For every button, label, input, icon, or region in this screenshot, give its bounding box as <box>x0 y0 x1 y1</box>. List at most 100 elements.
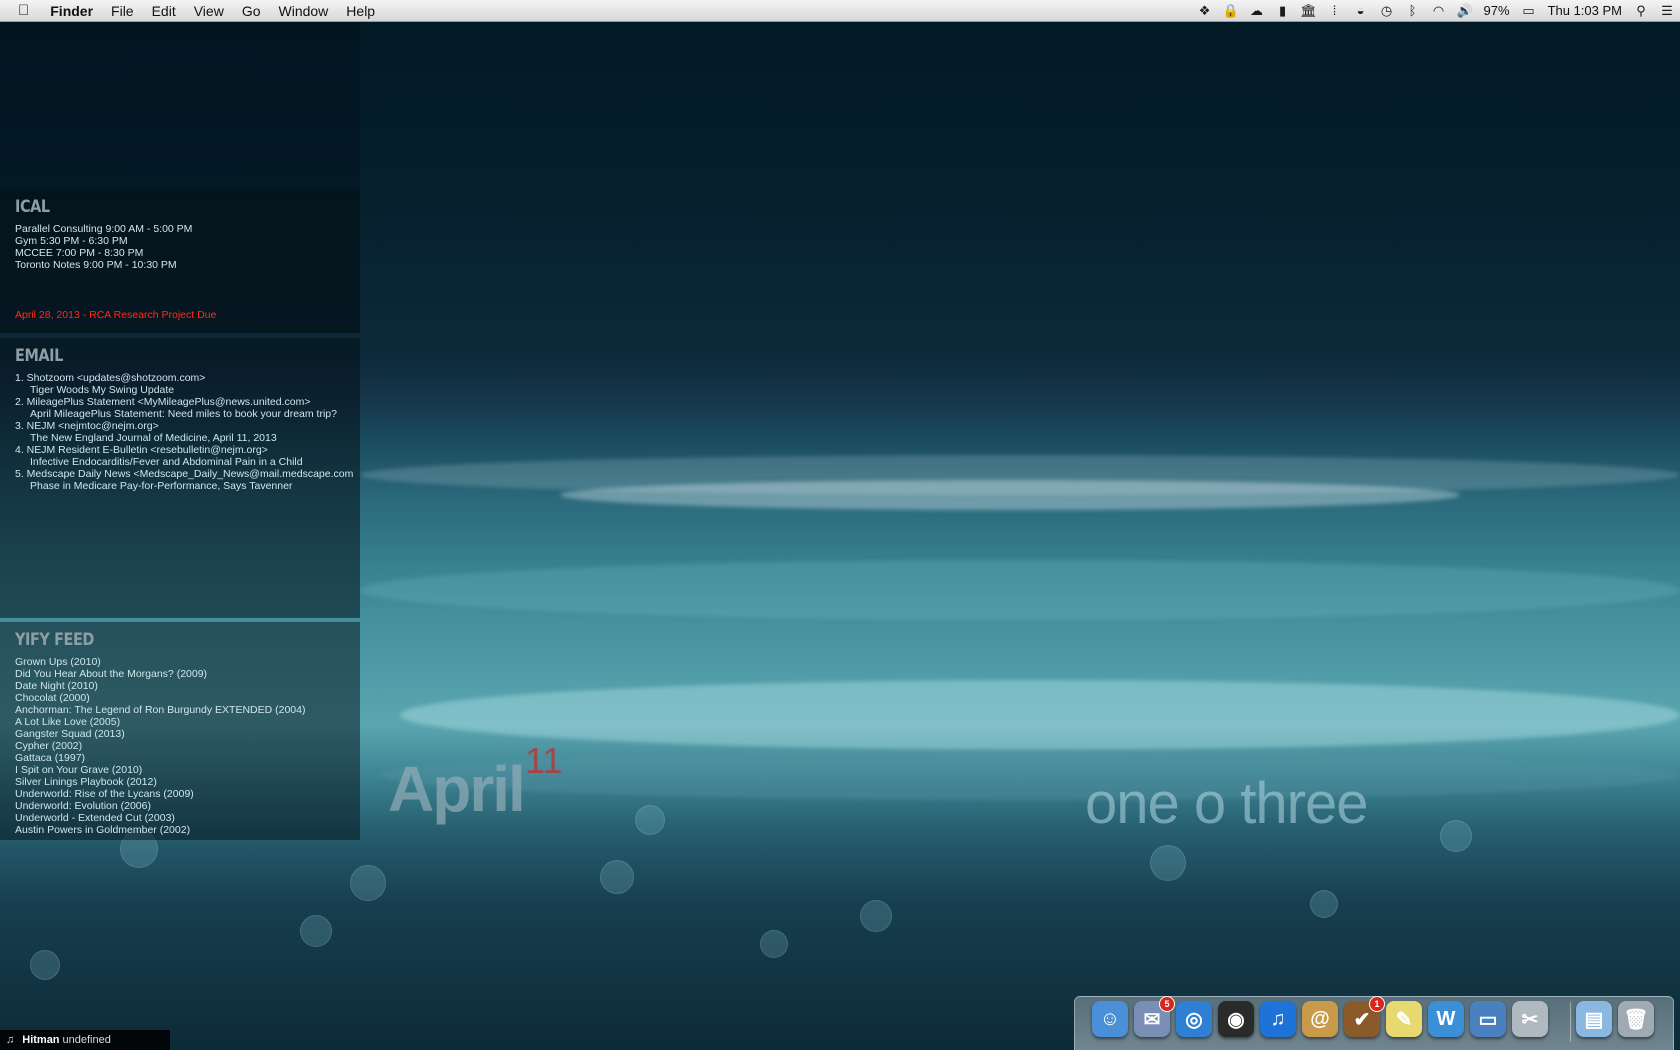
wave-crest <box>360 560 1680 620</box>
yify-item: Austin Powers in Goldmember (2002) <box>15 824 191 836</box>
wifi-icon[interactable]: ◠ <box>1426 0 1452 22</box>
wave-crest <box>560 480 1460 510</box>
dock-address-book-icon[interactable]: @ <box>1302 1001 1338 1037</box>
menu-finder[interactable]: Finder <box>41 0 102 22</box>
panel-backdrop <box>0 22 360 189</box>
bluetooth-icon[interactable]: ᛒ <box>1400 0 1426 22</box>
bokeh-bubble <box>1440 820 1472 852</box>
battery-percent[interactable]: 97% <box>1478 3 1516 18</box>
yify-item: Date Night (2010) <box>15 680 98 692</box>
yify-item: I Spit on Your Grave (2010) <box>15 764 143 776</box>
yify-item: Cypher (2002) <box>15 740 83 752</box>
wave-crest <box>400 680 1680 750</box>
yify-item: Gattaca (1997) <box>15 752 86 764</box>
dropbox-icon[interactable]: ❖ <box>1192 0 1218 22</box>
yify-item: Underworld: Evolution (2006) <box>15 800 151 812</box>
menubar-clock[interactable]: Thu 1:03 PM <box>1542 3 1628 18</box>
dock-preview-icon[interactable]: ✂ <box>1512 1001 1548 1037</box>
notification-center-icon[interactable]: ☰ <box>1654 0 1680 22</box>
email-widget: EMAIL 1. Shotzoom <updates@shotzoom.com>… <box>0 338 360 618</box>
ical-title: ICAL <box>15 197 50 217</box>
bokeh-bubble <box>860 900 892 932</box>
bank-icon[interactable]: 🏛 <box>1296 0 1322 22</box>
yify-item: Silver Linings Playbook (2012) <box>15 776 157 788</box>
ical-event: Parallel Consulting 9:00 AM - 5:00 PM <box>15 223 193 235</box>
menu-bar:  Finder File Edit View Go Window Help ❖… <box>0 0 1680 22</box>
yify-item: Chocolat (2000) <box>15 692 90 704</box>
ical-event: Toronto Notes 9:00 PM - 10:30 PM <box>15 259 177 271</box>
grid-icon[interactable]: ⁞ <box>1322 0 1348 22</box>
ical-event: MCCEE 7:00 PM - 8:30 PM <box>15 247 144 259</box>
now-playing-artist: Hitman <box>22 1034 60 1046</box>
bokeh-bubble <box>300 915 332 947</box>
dock-word-icon[interactable]: W <box>1428 1001 1464 1037</box>
bokeh-bubble <box>30 950 60 980</box>
now-playing-track: undefined <box>62 1034 111 1046</box>
menu-edit[interactable]: Edit <box>143 0 185 22</box>
dock-itunes-icon[interactable]: ♫ <box>1260 1001 1296 1037</box>
email-sender: 4. NEJM Resident E-Bulletin <resebulleti… <box>15 444 268 456</box>
email-subject: Tiger Woods My Swing Update <box>30 384 175 396</box>
apple-menu-icon[interactable]:  <box>0 0 41 22</box>
bokeh-bubble <box>350 865 386 901</box>
battery-icon[interactable]: ▭ <box>1516 0 1542 22</box>
email-subject: April MileagePlus Statement: Need miles … <box>30 408 337 420</box>
email-sender: 2. MileagePlus Statement <MyMileagePlus@… <box>15 396 311 408</box>
menu-window[interactable]: Window <box>270 0 338 22</box>
yify-item: Anchorman: The Legend of Ron Burgundy EX… <box>15 704 306 716</box>
bokeh-bubble <box>600 860 634 894</box>
email-subject: Phase in Medicare Pay-for-Performance, S… <box>30 480 293 492</box>
lock-icon[interactable]: 🔒 <box>1218 0 1244 22</box>
yify-item: Gangster Squad (2013) <box>15 728 125 740</box>
yify-item: Underworld - Extended Cut (2003) <box>15 812 175 824</box>
date-month-label: April <box>388 753 526 825</box>
status-area: ❖ 🔒 ☁ ▮ 🏛 ⁞ ◒ ◷ ᛒ ◠ 🔊 97% ▭ Thu 1:03 PM … <box>1192 0 1680 22</box>
email-title: EMAIL <box>15 346 63 366</box>
dock-stickies-icon[interactable]: ✎ <box>1386 1001 1422 1037</box>
yify-feed-widget: YIFY FEED Grown Ups (2010) Did You Hear … <box>0 622 360 840</box>
volume-icon[interactable]: 🔊 <box>1452 0 1478 22</box>
ical-deadline: April 28, 2013 - RCA Research Project Du… <box>15 309 217 321</box>
eye-icon[interactable]: ◒ <box>1348 0 1374 22</box>
bokeh-bubble <box>1310 890 1338 918</box>
menu-help[interactable]: Help <box>337 0 384 22</box>
yify-title: YIFY FEED <box>15 630 94 650</box>
yify-item: Did You Hear About the Morgans? (2009) <box>15 668 208 680</box>
yify-item: Grown Ups (2010) <box>15 656 101 668</box>
dock-camera-icon[interactable]: ◉ <box>1218 1001 1254 1037</box>
ical-widget: ICAL Parallel Consulting 9:00 AM - 5:00 … <box>0 189 360 333</box>
wave-crest <box>380 750 1680 800</box>
bokeh-bubble <box>1150 845 1186 881</box>
ical-event: Gym 5:30 PM - 6:30 PM <box>15 235 128 247</box>
dock-omnifocus-icon[interactable]: ✔ 1 <box>1344 996 1385 1037</box>
yify-item: Underworld: Rise of the Lycans (2009) <box>15 788 194 800</box>
email-sender: 1. Shotzoom <updates@shotzoom.com> <box>15 372 206 384</box>
menu-file[interactable]: File <box>102 0 143 22</box>
dock-folder-icon[interactable]: ▤ <box>1576 1001 1612 1037</box>
now-playing-bar: ♫ Hitman undefined <box>0 1030 170 1050</box>
email-sender: 3. NEJM <nejmtoc@nejm.org> <box>15 420 159 432</box>
email-subject: Infective Endocarditis/Fever and Abdomin… <box>30 456 303 468</box>
time-machine-icon[interactable]: ◷ <box>1374 0 1400 22</box>
dock-safari-icon[interactable]: ◎ <box>1176 1001 1212 1037</box>
dock-badge: 1 <box>1369 996 1385 1012</box>
dock-separator <box>1570 1002 1571 1042</box>
music-note-icon: ♫ <box>6 1034 15 1046</box>
dock-badge: 5 <box>1159 996 1175 1012</box>
bokeh-bubble <box>760 930 788 958</box>
dock-display-icon[interactable]: ▭ <box>1470 1001 1506 1037</box>
menu-view[interactable]: View <box>185 0 233 22</box>
bookmark-icon[interactable]: ▮ <box>1270 0 1296 22</box>
email-subject: The New England Journal of Medicine, Apr… <box>30 432 277 444</box>
time-words-label: one o three <box>1085 771 1368 836</box>
menu-go[interactable]: Go <box>233 0 270 22</box>
dock-trash-icon[interactable]: 🗑 <box>1618 1001 1654 1037</box>
dock-finder-icon[interactable]: ☺ <box>1092 1001 1128 1037</box>
yify-item: A Lot Like Love (2005) <box>15 716 121 728</box>
dock-mail-stamp-icon[interactable]: ✉ 5 <box>1134 996 1175 1037</box>
email-sender: 5. Medscape Daily News <Medscape_Daily_N… <box>15 468 354 480</box>
cloud-icon[interactable]: ☁ <box>1244 0 1270 22</box>
bokeh-bubble <box>635 805 665 835</box>
spotlight-search-icon[interactable]: ⚲ <box>1628 0 1654 22</box>
date-day-label: 11 <box>525 740 563 781</box>
